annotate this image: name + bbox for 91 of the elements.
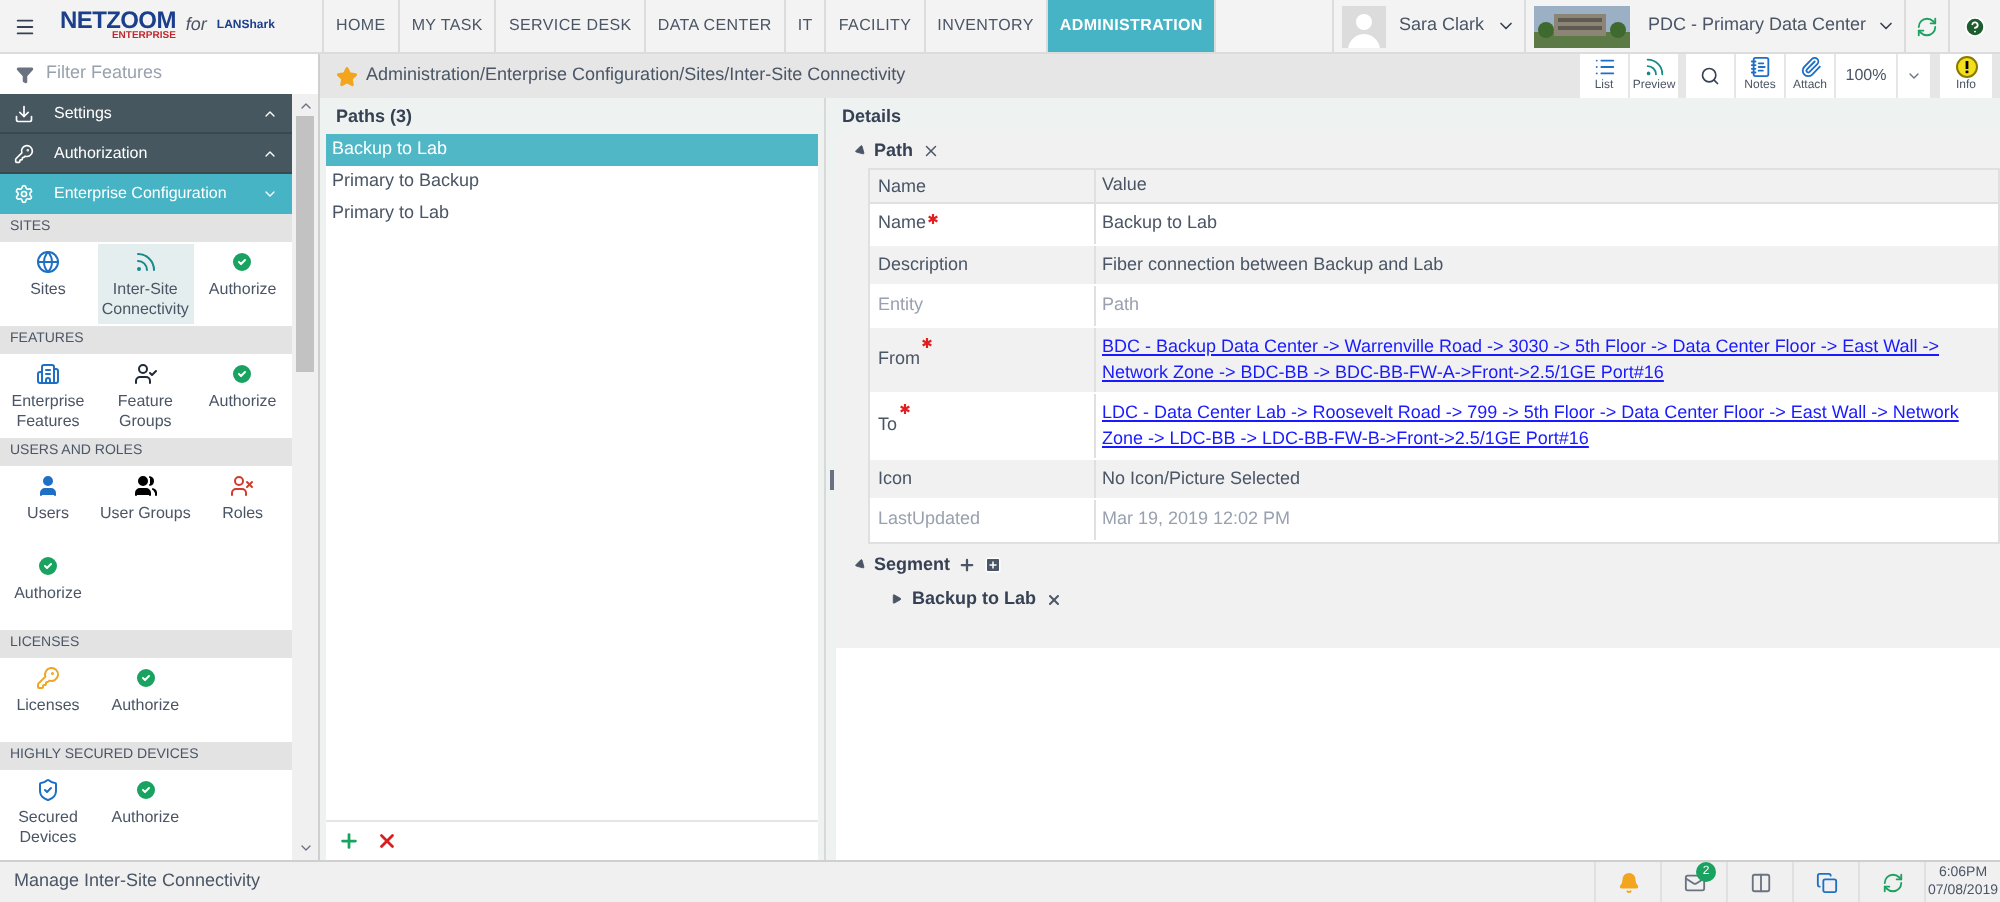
notebook-icon bbox=[1749, 56, 1771, 78]
user-menu[interactable]: Sara Clark bbox=[1332, 0, 1524, 52]
triangle-icon bbox=[853, 557, 869, 573]
filter-field[interactable]: Filter Features bbox=[46, 60, 302, 88]
user-icon bbox=[36, 474, 60, 498]
collapse-icon[interactable] bbox=[921, 142, 940, 160]
scroll-down-icon bbox=[297, 840, 313, 856]
star-icon[interactable] bbox=[336, 65, 358, 87]
caret-icon bbox=[1906, 68, 1922, 84]
segment-item[interactable]: Backup to Lab bbox=[912, 585, 1037, 613]
nav-tab[interactable]: FACILITY bbox=[826, 0, 926, 52]
search-icon bbox=[1700, 66, 1720, 86]
triangle-icon bbox=[853, 143, 869, 159]
location-link[interactable]: BDC - Backup Data Center -> Warrenville Road -> 3030 -> 5th Floor -> Data Center Floor -> East Wall -> Network Zone -> BDC-BB -> BDC-BB-FW-A->Front->2.5/1GE Port#16 bbox=[1102, 333, 1992, 385]
close-icon bbox=[376, 830, 398, 852]
field-name: Entity bbox=[878, 292, 924, 318]
zoom-level-button[interactable]: 100% bbox=[1836, 54, 1896, 98]
breadcrumb: Administration/Enterprise Configuration/Sites/Inter-Site Connectivity bbox=[366, 62, 908, 89]
help-icon bbox=[1964, 15, 1986, 37]
scrollbar[interactable] bbox=[292, 94, 318, 860]
gear-icon bbox=[14, 184, 34, 204]
nav-tab[interactable]: HOME bbox=[324, 0, 400, 52]
expand-toggle[interactable] bbox=[856, 560, 866, 570]
field-value: Path bbox=[1102, 292, 1140, 319]
check-circle-icon bbox=[133, 778, 158, 802]
field-name: From bbox=[878, 345, 920, 372]
add-button[interactable] bbox=[338, 830, 360, 852]
nav-tab[interactable]: IT bbox=[785, 0, 827, 52]
expand-toggle[interactable] bbox=[856, 146, 866, 156]
site-menu[interactable]: PDC - Primary Data Center bbox=[1523, 0, 1904, 52]
check-circle-icon bbox=[230, 250, 255, 274]
filter-icon bbox=[16, 65, 34, 83]
key-icon bbox=[36, 666, 60, 690]
nav-tab[interactable]: DATA CENTER bbox=[645, 0, 786, 52]
signal-icon bbox=[133, 250, 158, 274]
columns-icon bbox=[1749, 871, 1771, 893]
field-name: Description bbox=[878, 251, 969, 278]
check-circle-icon bbox=[133, 666, 158, 690]
paperclip-icon bbox=[1799, 56, 1821, 78]
panel-title: Details bbox=[840, 104, 904, 130]
triangle-icon[interactable] bbox=[892, 594, 902, 604]
square-plus-icon[interactable] bbox=[984, 556, 1003, 574]
nav-tab[interactable]: SERVICE DESK bbox=[496, 0, 646, 52]
shield-check-icon bbox=[36, 778, 60, 802]
status-message: Manage Inter-Site Connectivity bbox=[12, 868, 263, 895]
menu-icon bbox=[13, 15, 35, 37]
info-icon bbox=[1955, 56, 1977, 78]
windows-icon bbox=[1815, 871, 1837, 893]
users-icon bbox=[133, 474, 158, 498]
building-icon bbox=[36, 362, 60, 386]
delete-button[interactable] bbox=[376, 830, 398, 852]
scrollbar-thumb[interactable] bbox=[296, 116, 314, 372]
column-header: Value bbox=[1100, 172, 1149, 199]
plus-icon bbox=[338, 830, 360, 852]
refresh-icon bbox=[1881, 871, 1903, 893]
check-circle-icon bbox=[230, 362, 255, 386]
nav-tab[interactable]: MY TASK bbox=[399, 0, 497, 52]
field-value: No Icon/Picture Selected bbox=[1102, 465, 1301, 492]
splitter-handle[interactable] bbox=[829, 469, 833, 489]
field-name: To bbox=[878, 411, 898, 438]
menu-group[interactable]: Authorization bbox=[0, 134, 292, 174]
menu-group[interactable]: Settings bbox=[0, 94, 292, 134]
signal-icon bbox=[1643, 56, 1665, 78]
globe-icon bbox=[36, 250, 60, 274]
field-name: Icon bbox=[878, 465, 913, 491]
avatar-icon bbox=[1342, 5, 1387, 47]
key-icon bbox=[14, 143, 34, 163]
field-name: LastUpdated bbox=[878, 506, 981, 532]
group-title: Segment bbox=[874, 551, 951, 578]
field-name: Name bbox=[878, 210, 927, 236]
download-icon bbox=[14, 103, 34, 123]
search-button[interactable] bbox=[1686, 54, 1734, 98]
chevron-icon bbox=[262, 186, 278, 202]
field-value: Backup to Lab bbox=[1102, 210, 1218, 237]
plus-icon[interactable] bbox=[958, 556, 977, 574]
check-circle-icon bbox=[36, 554, 60, 578]
user-x-icon bbox=[230, 474, 255, 498]
feature-tile[interactable]: Inter-Site Connectivity bbox=[97, 244, 194, 324]
field-value: Mar 19, 2019 12:02 PM bbox=[1102, 506, 1291, 533]
user-check-icon bbox=[133, 362, 158, 386]
group-title: Path bbox=[874, 137, 914, 164]
refresh-icon bbox=[1916, 15, 1938, 37]
remove-icon[interactable] bbox=[1046, 591, 1063, 607]
location-link[interactable]: LDC - Data Center Lab -> Roosevelt Road -> 799 -> 5th Floor -> Data Center Floor -> East Wall -> Network Zone -> LDC-BB -> LDC-BB-FW-B->Front->2.5/1GE Port#16 bbox=[1102, 399, 1992, 451]
field-value: Fiber connection between Backup and Lab bbox=[1102, 251, 1444, 278]
panel-title: Paths (3) bbox=[334, 104, 415, 130]
path-item[interactable]: Primary to Backup bbox=[326, 166, 818, 198]
mail-icon bbox=[1683, 871, 1705, 893]
scroll-up-icon bbox=[297, 98, 313, 114]
bell-icon bbox=[1617, 871, 1639, 893]
path-item[interactable]: Primary to Lab bbox=[326, 198, 818, 230]
